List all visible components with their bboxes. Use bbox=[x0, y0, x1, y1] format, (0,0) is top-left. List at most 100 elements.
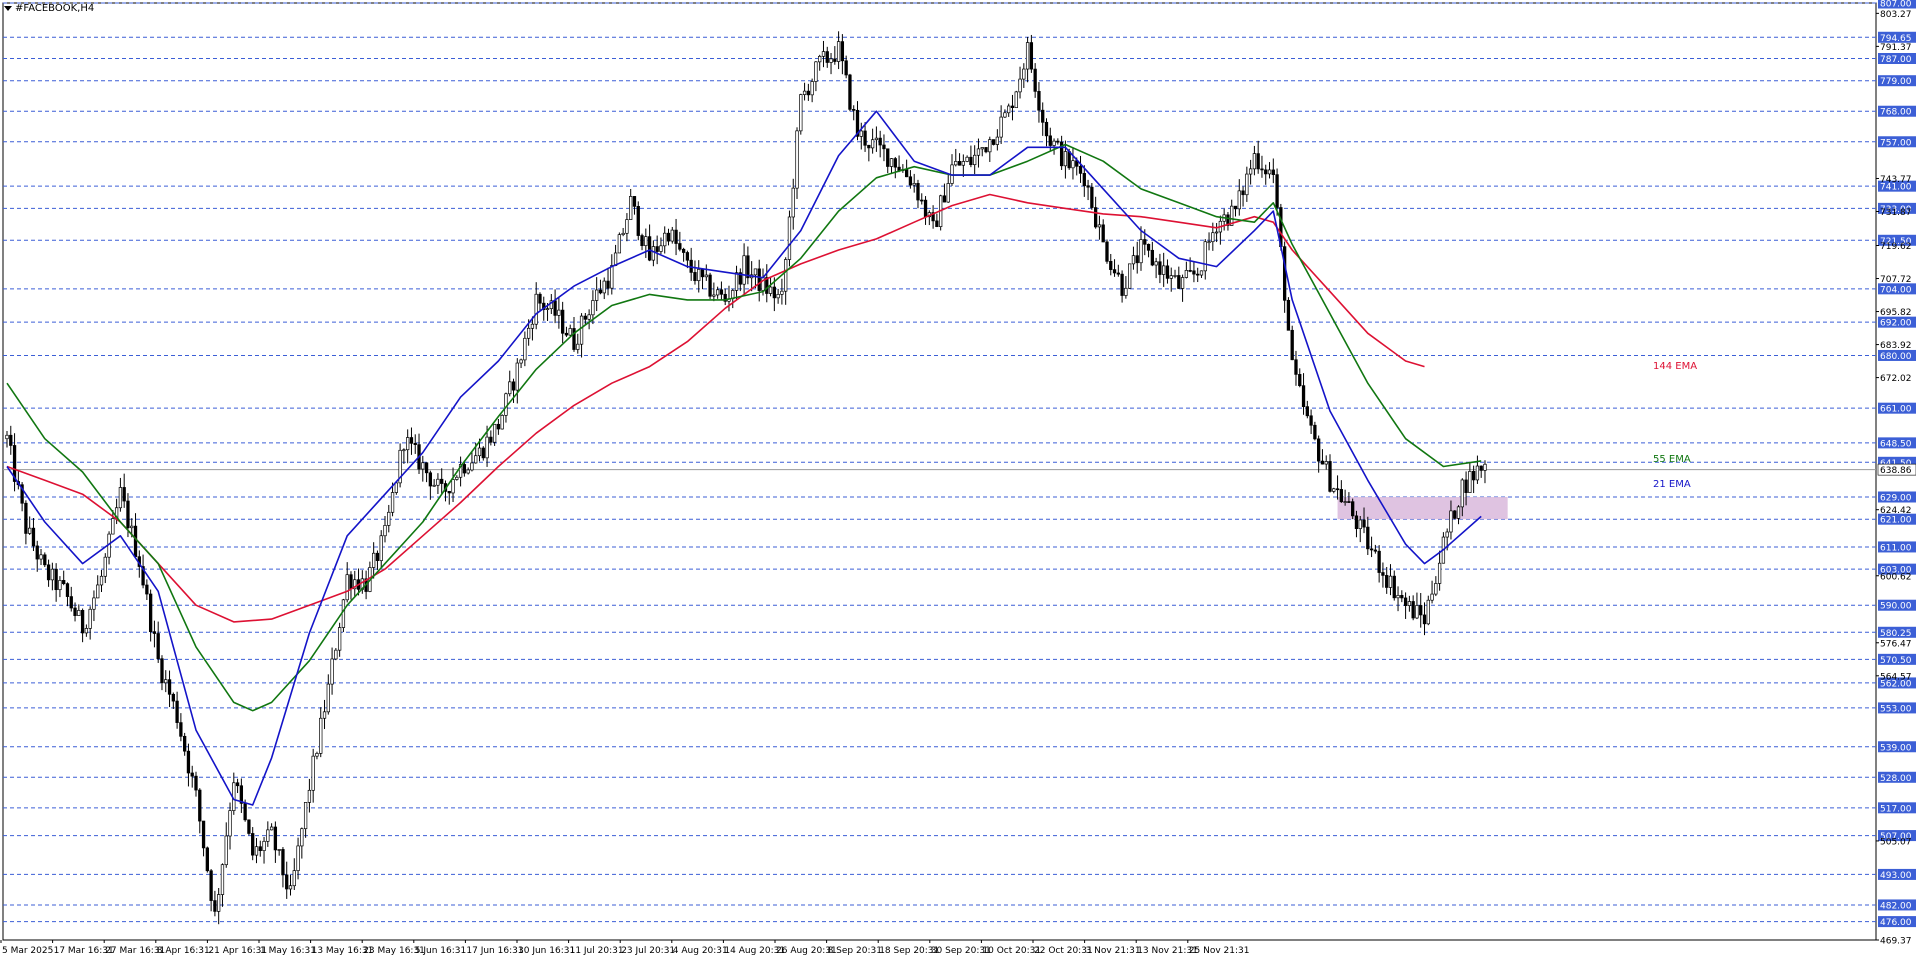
candle-body bbox=[1464, 479, 1468, 493]
candle-body bbox=[613, 252, 618, 266]
candle bbox=[277, 848, 281, 856]
candle bbox=[1377, 545, 1381, 583]
candle bbox=[1063, 140, 1068, 179]
y-tick-label: 695.82 bbox=[1880, 308, 1912, 318]
candle bbox=[258, 840, 262, 857]
candle-body bbox=[946, 183, 950, 203]
candle-body bbox=[776, 294, 780, 299]
candle-body bbox=[1014, 91, 1018, 109]
candle-body bbox=[1317, 438, 1321, 462]
candle bbox=[848, 73, 852, 112]
candle-body bbox=[349, 574, 353, 590]
candle-body bbox=[1339, 489, 1343, 503]
candle-body bbox=[372, 552, 376, 568]
candle-body bbox=[394, 482, 398, 493]
candle bbox=[1010, 94, 1015, 121]
price-level-label: 704.00 bbox=[1878, 283, 1916, 295]
candle-body bbox=[840, 41, 845, 62]
candle-body bbox=[969, 156, 973, 166]
candle bbox=[1105, 239, 1109, 264]
candle bbox=[1422, 602, 1427, 636]
plot-area[interactable] bbox=[2, 2, 1877, 941]
candle-body bbox=[1199, 270, 1204, 276]
candle bbox=[145, 579, 149, 600]
candle-body bbox=[273, 826, 278, 851]
candle-body bbox=[1025, 42, 1030, 70]
candle-body bbox=[375, 552, 380, 561]
candle bbox=[712, 282, 716, 302]
candle bbox=[991, 139, 996, 146]
candle bbox=[1358, 515, 1362, 543]
price-chart[interactable]: 144 EMA55 EMA21 EMA 807.00794.65787.0077… bbox=[0, 0, 1916, 963]
candle bbox=[254, 838, 259, 864]
candle bbox=[1430, 580, 1434, 604]
candle bbox=[742, 243, 746, 296]
candle-body bbox=[485, 436, 489, 459]
candle bbox=[307, 778, 312, 813]
candle bbox=[1230, 199, 1234, 226]
candle bbox=[1162, 252, 1166, 287]
candle bbox=[1282, 241, 1287, 313]
candle bbox=[217, 888, 221, 925]
price-level-text: 648.50 bbox=[1880, 439, 1912, 449]
candle-body bbox=[1033, 68, 1037, 92]
candle bbox=[1090, 183, 1094, 210]
candle-body bbox=[1041, 109, 1045, 123]
candle-body bbox=[545, 308, 550, 310]
candle bbox=[538, 292, 542, 311]
price-axis[interactable]: 807.00794.65787.00779.00768.00757.00741.… bbox=[1876, 0, 1916, 947]
candle-body bbox=[1139, 239, 1143, 264]
candle bbox=[969, 145, 973, 168]
candle-body bbox=[1271, 169, 1275, 175]
candle bbox=[678, 231, 682, 252]
candle bbox=[375, 550, 380, 570]
candle-body bbox=[311, 755, 315, 791]
candle bbox=[481, 446, 485, 461]
candle bbox=[1411, 595, 1415, 621]
candle bbox=[1241, 186, 1245, 207]
candle bbox=[160, 655, 164, 691]
candle-body bbox=[190, 772, 194, 777]
candle bbox=[31, 518, 36, 552]
candle-body bbox=[844, 60, 848, 76]
candle bbox=[183, 732, 187, 756]
candle-body bbox=[1056, 140, 1060, 143]
candle-body bbox=[1332, 488, 1336, 492]
candle-body bbox=[92, 597, 96, 610]
candle-body bbox=[526, 327, 531, 339]
candle-body bbox=[708, 274, 712, 297]
candle-body bbox=[1184, 270, 1189, 278]
candle-body bbox=[780, 290, 784, 295]
candle bbox=[1248, 159, 1253, 185]
candle bbox=[1290, 325, 1294, 361]
candle bbox=[1109, 253, 1113, 276]
candle-body bbox=[1377, 550, 1381, 573]
time-axis[interactable]: 5 Mar 2025 17 Mar 16:3127 Mar 16:318 Apr … bbox=[0, 940, 1249, 956]
candle bbox=[1403, 592, 1408, 619]
candle bbox=[387, 504, 391, 533]
candle bbox=[16, 471, 20, 490]
candle bbox=[1415, 592, 1419, 620]
candle bbox=[670, 226, 674, 244]
candle-body bbox=[1396, 595, 1400, 599]
candle bbox=[878, 130, 882, 158]
candle-body bbox=[886, 148, 890, 167]
candle-body bbox=[1105, 241, 1109, 262]
candle bbox=[50, 562, 55, 591]
candle bbox=[1351, 498, 1355, 520]
candle-body bbox=[870, 139, 875, 149]
candle bbox=[285, 861, 289, 899]
candle bbox=[311, 748, 315, 803]
price-level-text: 570.50 bbox=[1880, 656, 1912, 666]
candle-body bbox=[617, 234, 622, 254]
candle-body bbox=[1211, 232, 1215, 243]
candle-body bbox=[523, 337, 527, 361]
candle bbox=[69, 586, 73, 612]
candle bbox=[1041, 102, 1045, 136]
candle-body bbox=[606, 280, 610, 289]
ema-144-line bbox=[6, 193, 1425, 623]
y-tick-label: 672.02 bbox=[1880, 374, 1912, 384]
candle-body bbox=[1078, 165, 1083, 174]
price-level-label: 779.00 bbox=[1878, 75, 1916, 87]
candle-body bbox=[583, 315, 587, 320]
